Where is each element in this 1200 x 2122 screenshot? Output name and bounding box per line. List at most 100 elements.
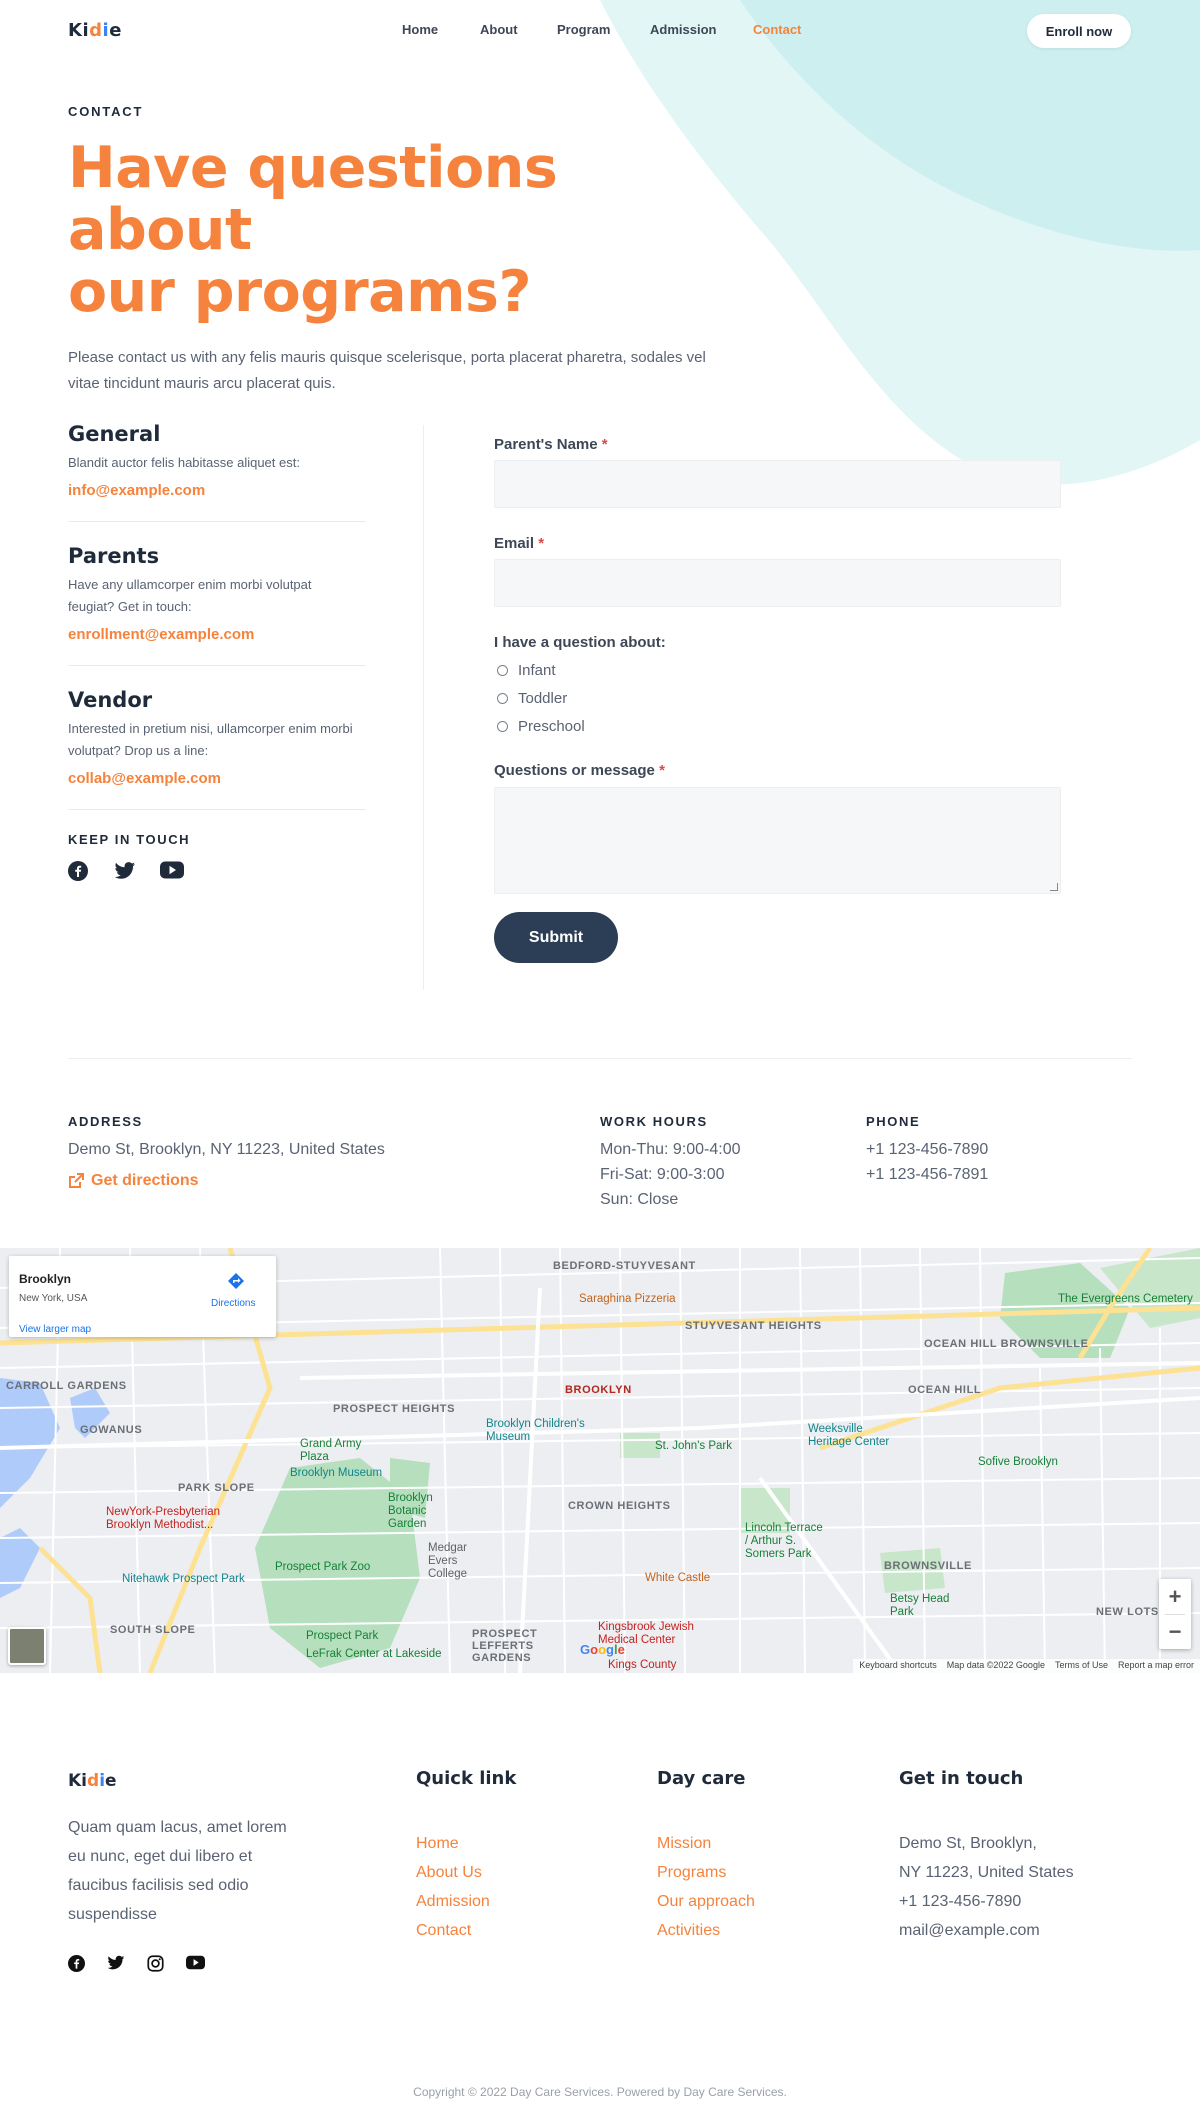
phone-block: PHONE +1 123-456-7890 +1 123-456-7891 — [866, 1114, 988, 1187]
map-poi[interactable]: Betsy Head Park — [890, 1593, 950, 1619]
terms-of-use-link[interactable]: Terms of Use — [1055, 1660, 1108, 1672]
satellite-toggle[interactable] — [8, 1627, 46, 1665]
contact-card-title: General — [68, 422, 161, 446]
message-textarea[interactable] — [494, 787, 1061, 894]
copyright-text: Copyright © 2022 Day Care Services. Powe… — [413, 2085, 787, 2099]
radio-preschool[interactable]: Preschool — [494, 718, 1062, 735]
facebook-icon[interactable] — [68, 861, 90, 883]
hero-description: Please contact us with any felis mauris … — [68, 349, 706, 392]
twitter-icon[interactable] — [107, 1955, 125, 1977]
footer-link-our-approach[interactable]: Our approach — [657, 1887, 755, 1916]
footer-link-contact[interactable]: Contact — [416, 1916, 516, 1945]
directions-icon[interactable] — [227, 1272, 245, 1290]
map-label-neighborhood: CROWN HEIGHTS — [568, 1500, 671, 1512]
contact-card-text: Have any ullamcorper enim morbi volutpat… — [68, 577, 312, 614]
map-poi[interactable]: Kings County — [608, 1659, 676, 1671]
radio-button[interactable] — [497, 665, 508, 676]
nav-home[interactable]: Home — [402, 22, 438, 37]
footer-address-line: NY 11223, United States — [899, 1864, 1074, 1881]
map-poi[interactable]: Medgar Evers College — [428, 1542, 498, 1581]
map-poi[interactable]: Weeksville Heritage Center — [808, 1423, 908, 1449]
radio-toddler[interactable]: Toddler — [494, 690, 1062, 707]
map-label-neighborhood: GOWANUS — [80, 1424, 143, 1436]
contact-card-vendor: Vendor Interested in pretium nisi, ullam… — [68, 688, 366, 810]
map-label-neighborhood: NEW LOTS — [1096, 1606, 1159, 1618]
map-poi[interactable]: LeFrak Center at Lakeside — [306, 1648, 442, 1660]
view-larger-map-link[interactable]: View larger map — [19, 1324, 91, 1335]
map-place-card: Brooklyn New York, USA View larger map D… — [9, 1256, 276, 1337]
map-label-neighborhood: OCEAN HILL BROWNSVILLE — [924, 1338, 1089, 1350]
nav-contact[interactable]: Contact — [753, 22, 801, 37]
name-field-group: Parent's Name * — [494, 436, 1062, 508]
external-link-icon — [69, 1173, 84, 1188]
footer-column-title: Get in touch — [899, 1768, 1024, 1789]
radio-button[interactable] — [497, 693, 508, 704]
map-poi[interactable]: White Castle — [645, 1572, 710, 1584]
map-poi[interactable]: The Evergreens Cemetery — [1058, 1293, 1193, 1305]
address-block: ADDRESS Demo St, Brooklyn, NY 11223, Uni… — [68, 1114, 385, 1190]
map-label-neighborhood: BROOKLYN — [565, 1384, 632, 1396]
address-label: ADDRESS — [68, 1114, 143, 1129]
map-poi[interactable]: Sofive Brooklyn — [978, 1456, 1058, 1468]
footer-description: Quam quam lacus, amet lorem eu nunc, ege… — [68, 1819, 287, 1923]
address-text: Demo St, Brooklyn, NY 11223, United Stat… — [68, 1141, 385, 1158]
contact-card-parents: Parents Have any ullamcorper enim morbi … — [68, 544, 366, 666]
contact-email-link[interactable]: collab@example.com — [68, 770, 366, 787]
map-poi[interactable]: Brooklyn Children's Museum — [486, 1418, 596, 1444]
page-title-line-2: our programs? — [68, 259, 532, 325]
phone-label: PHONE — [866, 1114, 921, 1129]
map-poi[interactable]: Grand Army Plaza — [300, 1438, 370, 1464]
nav-program[interactable]: Program — [557, 22, 610, 37]
instagram-icon[interactable] — [147, 1955, 164, 1977]
embedded-map[interactable]: BEDFORD-STUYVESANT STUYVESANT HEIGHTS OC… — [0, 1248, 1200, 1673]
map-label-neighborhood: PARK SLOPE — [178, 1482, 255, 1494]
nav-admission[interactable]: Admission — [650, 22, 716, 37]
report-map-error-link[interactable]: Report a map error — [1118, 1660, 1194, 1672]
map-poi[interactable]: Nitehawk Prospect Park — [122, 1573, 245, 1585]
contact-email-link[interactable]: enrollment@example.com — [68, 626, 366, 643]
get-directions-link[interactable]: Get directions — [68, 1172, 385, 1190]
map-poi[interactable]: St. John's Park — [655, 1440, 732, 1452]
radio-button[interactable] — [497, 721, 508, 732]
footer-link-admission[interactable]: Admission — [416, 1887, 516, 1916]
work-hours-block: WORK HOURS Mon-Thu: 9:00-4:00 Fri-Sat: 9… — [600, 1114, 741, 1212]
footer-link-about-us[interactable]: About Us — [416, 1858, 516, 1887]
contact-card-title: Parents — [68, 544, 160, 568]
map-poi[interactable]: Prospect Park Zoo — [275, 1561, 370, 1573]
email-input[interactable] — [494, 559, 1061, 607]
map-poi[interactable]: Prospect Park — [306, 1630, 378, 1642]
map-poi[interactable]: Lincoln Terrace / Arthur S. Somers Park — [745, 1522, 825, 1561]
footer-link-home[interactable]: Home — [416, 1829, 516, 1858]
footer-link-programs[interactable]: Programs — [657, 1858, 755, 1887]
map-poi[interactable]: NewYork-Presbyterian Brooklyn Methodist.… — [106, 1506, 246, 1532]
zoom-out-button[interactable]: − — [1159, 1614, 1191, 1649]
site-footer: Kidie Quam quam lacus, amet lorem eu nun… — [0, 1673, 1200, 2122]
column-divider — [423, 425, 424, 990]
facebook-icon[interactable] — [68, 1955, 85, 1977]
site-logo[interactable]: Kidie — [68, 20, 122, 41]
contact-email-link[interactable]: info@example.com — [68, 482, 366, 499]
youtube-icon[interactable] — [160, 861, 184, 883]
enroll-now-button[interactable]: Enroll now — [1027, 14, 1131, 48]
map-poi[interactable]: Saraghina Pizzeria — [579, 1293, 676, 1305]
map-label-neighborhood: PROSPECT HEIGHTS — [333, 1403, 456, 1415]
map-poi[interactable]: Brooklyn Botanic Garden — [388, 1492, 448, 1531]
email-label: Email * — [494, 535, 545, 552]
directions-link[interactable]: Directions — [211, 1298, 255, 1309]
keyboard-shortcuts-link[interactable]: Keyboard shortcuts — [859, 1660, 937, 1672]
zoom-in-button[interactable]: + — [1159, 1579, 1191, 1614]
email-field-group: Email * — [494, 535, 1062, 607]
map-place-subtitle: New York, USA — [19, 1293, 88, 1304]
nav-about[interactable]: About — [480, 22, 518, 37]
map-poi[interactable]: Brooklyn Museum — [290, 1467, 382, 1479]
twitter-icon[interactable] — [114, 861, 136, 883]
submit-button[interactable]: Submit — [494, 912, 618, 963]
footer-link-mission[interactable]: Mission — [657, 1829, 755, 1858]
map-label-neighborhood: BEDFORD-STUYVESANT — [553, 1260, 696, 1272]
footer-link-activities[interactable]: Activities — [657, 1916, 755, 1945]
parent-name-input[interactable] — [494, 460, 1061, 508]
footer-logo[interactable]: Kidie — [68, 1771, 117, 1791]
youtube-icon[interactable] — [186, 1955, 205, 1977]
radio-infant[interactable]: Infant — [494, 662, 1062, 679]
footer-email: mail@example.com — [899, 1922, 1040, 1939]
